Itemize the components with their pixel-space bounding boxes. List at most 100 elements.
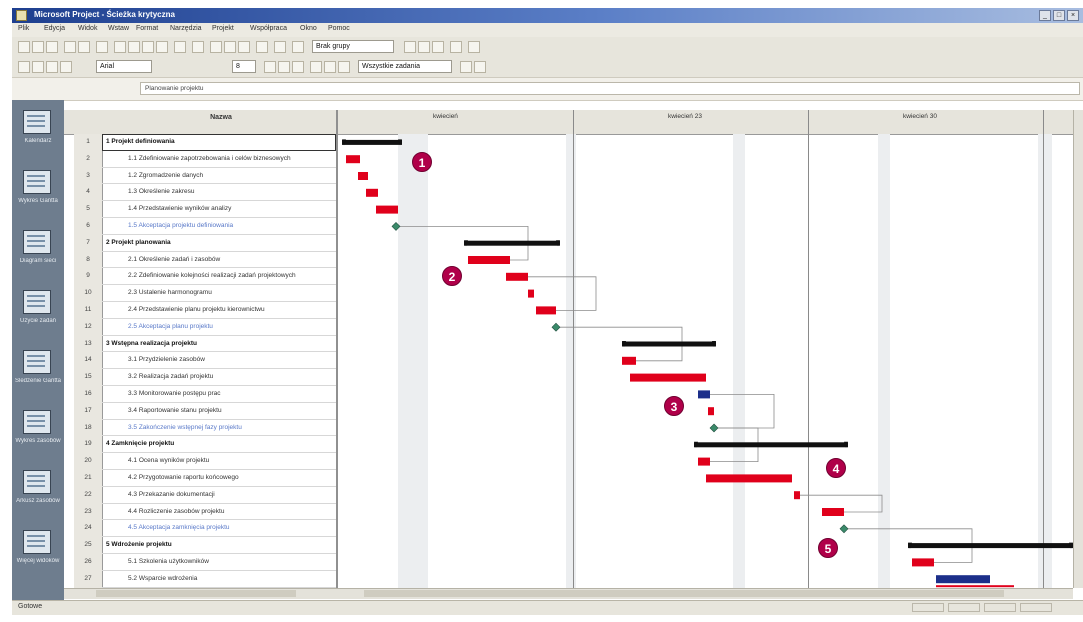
outdent-icon[interactable]	[18, 61, 30, 73]
unlink-tasks-icon[interactable]	[224, 41, 236, 53]
row-number[interactable]: 2	[74, 151, 102, 167]
align-left-icon[interactable]	[310, 61, 322, 73]
gantt-scroll-thumb[interactable]	[364, 590, 1004, 597]
menu-item-tools[interactable]: Narzędzia	[170, 25, 202, 32]
row-number[interactable]: 9	[74, 268, 102, 284]
task-row[interactable]: 6 1.5 Akceptacja projektu definiowania	[86, 218, 336, 235]
row-number[interactable]: 3	[74, 168, 102, 184]
entry-field[interactable]: Planowanie projektu	[140, 82, 1080, 95]
critical-task-bar[interactable]	[346, 155, 360, 164]
task-row[interactable]: 10 2.3 Ustalenie harmonogramu	[84, 285, 336, 302]
task-row[interactable]: 23 4.4 Rozliczenie zasobów projektu	[84, 504, 336, 521]
maximize-button[interactable]: □	[1053, 10, 1065, 21]
task-row[interactable]: 3 1.2 Zgromadzenie danych	[86, 168, 336, 185]
sheet-scroll-thumb[interactable]	[96, 590, 296, 597]
hyperlink-icon[interactable]	[192, 41, 204, 53]
critical-task-bar[interactable]	[536, 306, 556, 315]
minimize-button[interactable]: _	[1039, 10, 1051, 21]
row-number[interactable]: 4	[74, 184, 102, 200]
row-number[interactable]: 14	[74, 352, 102, 368]
help-icon[interactable]	[468, 41, 480, 53]
task-row[interactable]: 5 1.4 Przedstawienie wyników analizy	[86, 201, 336, 218]
vertical-scrollbar[interactable]	[1073, 110, 1083, 588]
split-task-icon[interactable]	[238, 41, 250, 53]
milestone-marker[interactable]	[709, 423, 719, 433]
view-network-diagram[interactable]: Diagram sieci	[12, 220, 64, 280]
task-info-icon[interactable]	[256, 41, 268, 53]
filter-select[interactable]: Wszystkie zadania	[358, 60, 452, 73]
task-row[interactable]: 25 5 Wdrożenie projektu	[84, 537, 336, 554]
critical-task-bar[interactable]	[528, 289, 534, 298]
row-number[interactable]: 13	[74, 336, 102, 352]
row-number[interactable]: 17	[74, 403, 102, 419]
show-subtasks-icon[interactable]	[46, 61, 58, 73]
task-row[interactable]: 11 2.4 Przedstawienie planu projektu kier…	[85, 302, 336, 319]
row-number[interactable]: 1	[74, 134, 102, 150]
zoom-in-icon[interactable]	[404, 41, 416, 53]
font-size-select[interactable]: 8	[232, 60, 256, 73]
zoom-out-icon[interactable]	[418, 41, 430, 53]
row-number[interactable]: 5	[74, 201, 102, 217]
copy-picture-icon[interactable]	[450, 41, 462, 53]
view-resource-graph[interactable]: Wykres zasobów	[12, 400, 64, 460]
row-number[interactable]: 15	[74, 369, 102, 385]
task-row[interactable]: 24 4.5 Akceptacja zamknięcia projektu	[84, 520, 336, 538]
dependency-link[interactable]	[710, 394, 775, 429]
spelling-icon[interactable]	[96, 41, 108, 53]
link-tasks-icon[interactable]	[210, 41, 222, 53]
task-row[interactable]: 16 3.3 Monitorowanie postępu prac	[84, 386, 336, 403]
menu-item-project[interactable]: Projekt	[212, 25, 234, 32]
task-row[interactable]: 13 3 Wstępna realizacja projektu	[84, 336, 336, 353]
row-number[interactable]: 20	[74, 453, 102, 469]
row-number[interactable]: 11	[74, 302, 102, 318]
task-row[interactable]: 4 1.3 Określenie zakresu	[86, 184, 336, 202]
horizontal-scrollbar[interactable]	[64, 588, 1073, 599]
menu-item-edit[interactable]: Edycja	[44, 25, 65, 32]
goto-task-icon[interactable]	[432, 41, 444, 53]
task-row[interactable]: 12 2.5 Akceptacja planu projektu	[84, 319, 336, 336]
task-row[interactable]: 14 3.1 Przydzielenie zasobów	[84, 352, 336, 370]
task-row[interactable]: 19 4 Zamknięcie projektu	[84, 436, 336, 454]
task-row[interactable]: 21 4.2 Przygotowanie raportu końcowego	[84, 470, 336, 487]
milestone-marker[interactable]	[551, 322, 561, 332]
menu-item-file[interactable]: Plik	[18, 25, 29, 32]
task-row[interactable]: 26 5.1 Szkolenia użytkowników	[84, 554, 336, 571]
critical-task-bar[interactable]	[822, 508, 844, 516]
critical-task-bar[interactable]	[506, 272, 528, 281]
row-number[interactable]: 6	[74, 218, 102, 234]
undo-icon[interactable]	[174, 41, 186, 53]
indent-icon[interactable]	[32, 61, 44, 73]
critical-task-bar[interactable]	[358, 172, 368, 180]
notes-icon[interactable]	[274, 41, 286, 53]
task-row[interactable]: 22 4.3 Przekazanie dokumentacji	[84, 487, 336, 504]
milestone-marker[interactable]	[391, 221, 401, 231]
task-row[interactable]: 27 5.2 Wsparcie wdrożenia	[84, 571, 336, 588]
hide-subtasks-icon[interactable]	[60, 61, 72, 73]
critical-task-bar[interactable]	[936, 585, 1014, 588]
row-number[interactable]: 21	[74, 470, 102, 486]
critical-task-bar[interactable]	[706, 474, 792, 483]
view-resource-sheet[interactable]: Arkusz zasobów	[12, 460, 64, 520]
menu-item-collaborate[interactable]: Współpraca	[250, 25, 287, 32]
view-calendar[interactable]: Kalendarz	[12, 100, 64, 160]
paste-icon[interactable]	[142, 41, 154, 53]
dependency-link[interactable]	[528, 276, 597, 311]
row-number[interactable]: 26	[74, 554, 102, 570]
format-painter-icon[interactable]	[156, 41, 168, 53]
critical-task-bar[interactable]	[366, 188, 378, 197]
task-bar[interactable]	[936, 575, 990, 584]
align-center-icon[interactable]	[324, 61, 336, 73]
task-row[interactable]: 72 Projekt planowania	[86, 235, 336, 252]
underline-icon[interactable]	[292, 61, 304, 73]
bold-icon[interactable]	[264, 61, 276, 73]
view-task-usage[interactable]: Użycie zadań	[12, 280, 64, 340]
row-number[interactable]: 12	[74, 319, 102, 335]
row-number[interactable]: 22	[74, 487, 102, 503]
group-select[interactable]: Brak grupy	[312, 40, 394, 53]
row-number[interactable]: 24	[74, 520, 102, 536]
menu-item-view[interactable]: Widok	[78, 25, 97, 32]
row-number[interactable]: 16	[74, 386, 102, 402]
milestone-marker[interactable]	[839, 524, 849, 534]
critical-task-bar[interactable]	[708, 407, 714, 416]
summary-bar[interactable]	[694, 442, 848, 448]
